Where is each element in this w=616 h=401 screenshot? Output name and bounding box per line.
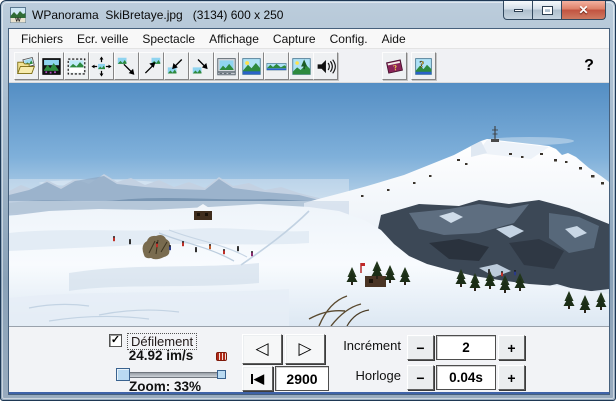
- next-arrow-icon: ▷: [298, 339, 312, 358]
- client-area: Fichiers Ecr. veille Spectacle Affichage…: [9, 29, 609, 394]
- zoom-readout: Zoom: 33%: [128, 379, 201, 394]
- help-book-icon: ?: [386, 58, 403, 74]
- zoom-slider-endcap: [217, 370, 226, 379]
- sound-button[interactable]: [313, 52, 338, 80]
- svg-text:?: ?: [419, 59, 424, 70]
- increment-plus-button[interactable]: +: [498, 335, 525, 360]
- close-button[interactable]: ✕: [562, 1, 606, 20]
- plus-icon: +: [507, 339, 516, 356]
- app-icon[interactable]: w: [10, 7, 26, 23]
- go-to-start-arrow-icon: ◀: [254, 370, 264, 386]
- arrow-to-image-tr-icon: [144, 57, 161, 74]
- maximize-button[interactable]: [533, 1, 562, 20]
- view-window-button[interactable]: [64, 52, 89, 80]
- plus-icon: +: [507, 369, 516, 386]
- help-book-button[interactable]: ?: [382, 52, 407, 80]
- check-icon: ✓: [110, 333, 121, 346]
- app-window: w WPanorama SkiBretaye.jpg (3134) 600 x …: [0, 0, 616, 401]
- arrow-to-image-bl-icon: [167, 58, 183, 73]
- menu-bar: Fichiers Ecr. veille Spectacle Affichage…: [9, 29, 609, 49]
- pan-free-button[interactable]: [89, 52, 114, 80]
- window-controls: ✕: [503, 1, 606, 20]
- scroll-left-button[interactable]: ◁: [242, 334, 282, 364]
- monitor-icon: [217, 57, 236, 75]
- increment-minus-button[interactable]: −: [407, 335, 434, 360]
- menu-spectacle[interactable]: Spectacle: [135, 30, 202, 48]
- zoom-slider-track[interactable]: [116, 372, 226, 378]
- go-to-start-bar-icon: [251, 373, 253, 384]
- increment-label: Incrément: [343, 338, 401, 353]
- open-file-icon: [17, 56, 36, 74]
- position-field[interactable]: [275, 366, 329, 391]
- control-panel: ✓ Défilement 24.92 im/s Zoom: 33% ◁ ▷ ◀: [9, 326, 609, 394]
- arrow-to-image-tl-icon: [117, 57, 135, 75]
- pan-down-left-button[interactable]: [164, 52, 189, 80]
- move-arrows-icon: [91, 55, 112, 77]
- slideshow-button[interactable]: [289, 52, 314, 80]
- menu-config[interactable]: Config.: [323, 30, 375, 48]
- go-to-start-button[interactable]: ◀: [242, 366, 273, 391]
- menu-aide[interactable]: Aide: [375, 30, 413, 48]
- open-panorama-button[interactable]: [14, 52, 39, 80]
- display-dark-button[interactable]: [39, 52, 64, 80]
- help-button[interactable]: ?: [579, 55, 599, 77]
- menu-fichiers[interactable]: Fichiers: [14, 30, 70, 48]
- clock-field[interactable]: [436, 365, 496, 390]
- defilement-checkbox[interactable]: ✓: [109, 334, 122, 347]
- image-tree-icon: [292, 57, 311, 75]
- panorama-strip-icon: [266, 62, 287, 70]
- speed-indicator-icon: [216, 352, 227, 361]
- speed-readout: 24.92 im/s: [128, 348, 194, 363]
- clock-minus-button[interactable]: −: [407, 365, 434, 390]
- svg-text:w: w: [14, 17, 21, 24]
- dark-image-icon: [42, 57, 61, 75]
- pan-up-left-button[interactable]: [114, 52, 139, 80]
- pan-down-right-button[interactable]: [189, 52, 214, 80]
- minus-icon: −: [416, 369, 425, 386]
- about-image-icon: ?: [415, 57, 432, 75]
- clock-plus-button[interactable]: +: [498, 365, 525, 390]
- title-bar[interactable]: w WPanorama SkiBretaye.jpg (3134) 600 x …: [1, 1, 615, 29]
- maximize-icon: [541, 5, 553, 15]
- window-title: WPanorama SkiBretaye.jpg (3134) 600 x 25…: [32, 8, 284, 22]
- pan-up-right-button[interactable]: [139, 52, 164, 80]
- menu-capture[interactable]: Capture: [266, 30, 323, 48]
- menu-ecr-veille[interactable]: Ecr. veille: [70, 30, 135, 48]
- panorama-strip-button[interactable]: [264, 52, 289, 80]
- close-icon: ✕: [578, 3, 589, 17]
- fullscreen-button[interactable]: [239, 52, 264, 80]
- speaker-icon: [317, 58, 336, 74]
- menu-affichage[interactable]: Affichage: [202, 30, 266, 48]
- panorama-image[interactable]: [9, 83, 609, 326]
- toolbar: ? ? ?: [9, 49, 609, 83]
- minimize-button[interactable]: [503, 1, 533, 20]
- minus-icon: −: [416, 339, 425, 356]
- increment-field[interactable]: [436, 335, 496, 360]
- panorama-viewport: [9, 83, 609, 326]
- prev-arrow-icon: ◁: [255, 339, 269, 358]
- selection-frame-icon: [67, 58, 86, 74]
- clock-label: Horloge: [355, 368, 401, 383]
- minimize-icon: [513, 8, 523, 12]
- landscape-icon: [242, 57, 261, 75]
- scroll-right-button[interactable]: ▷: [285, 334, 325, 364]
- screensaver-button[interactable]: [214, 52, 239, 80]
- about-button[interactable]: ?: [411, 52, 436, 80]
- arrow-to-image-br-icon: [192, 58, 208, 73]
